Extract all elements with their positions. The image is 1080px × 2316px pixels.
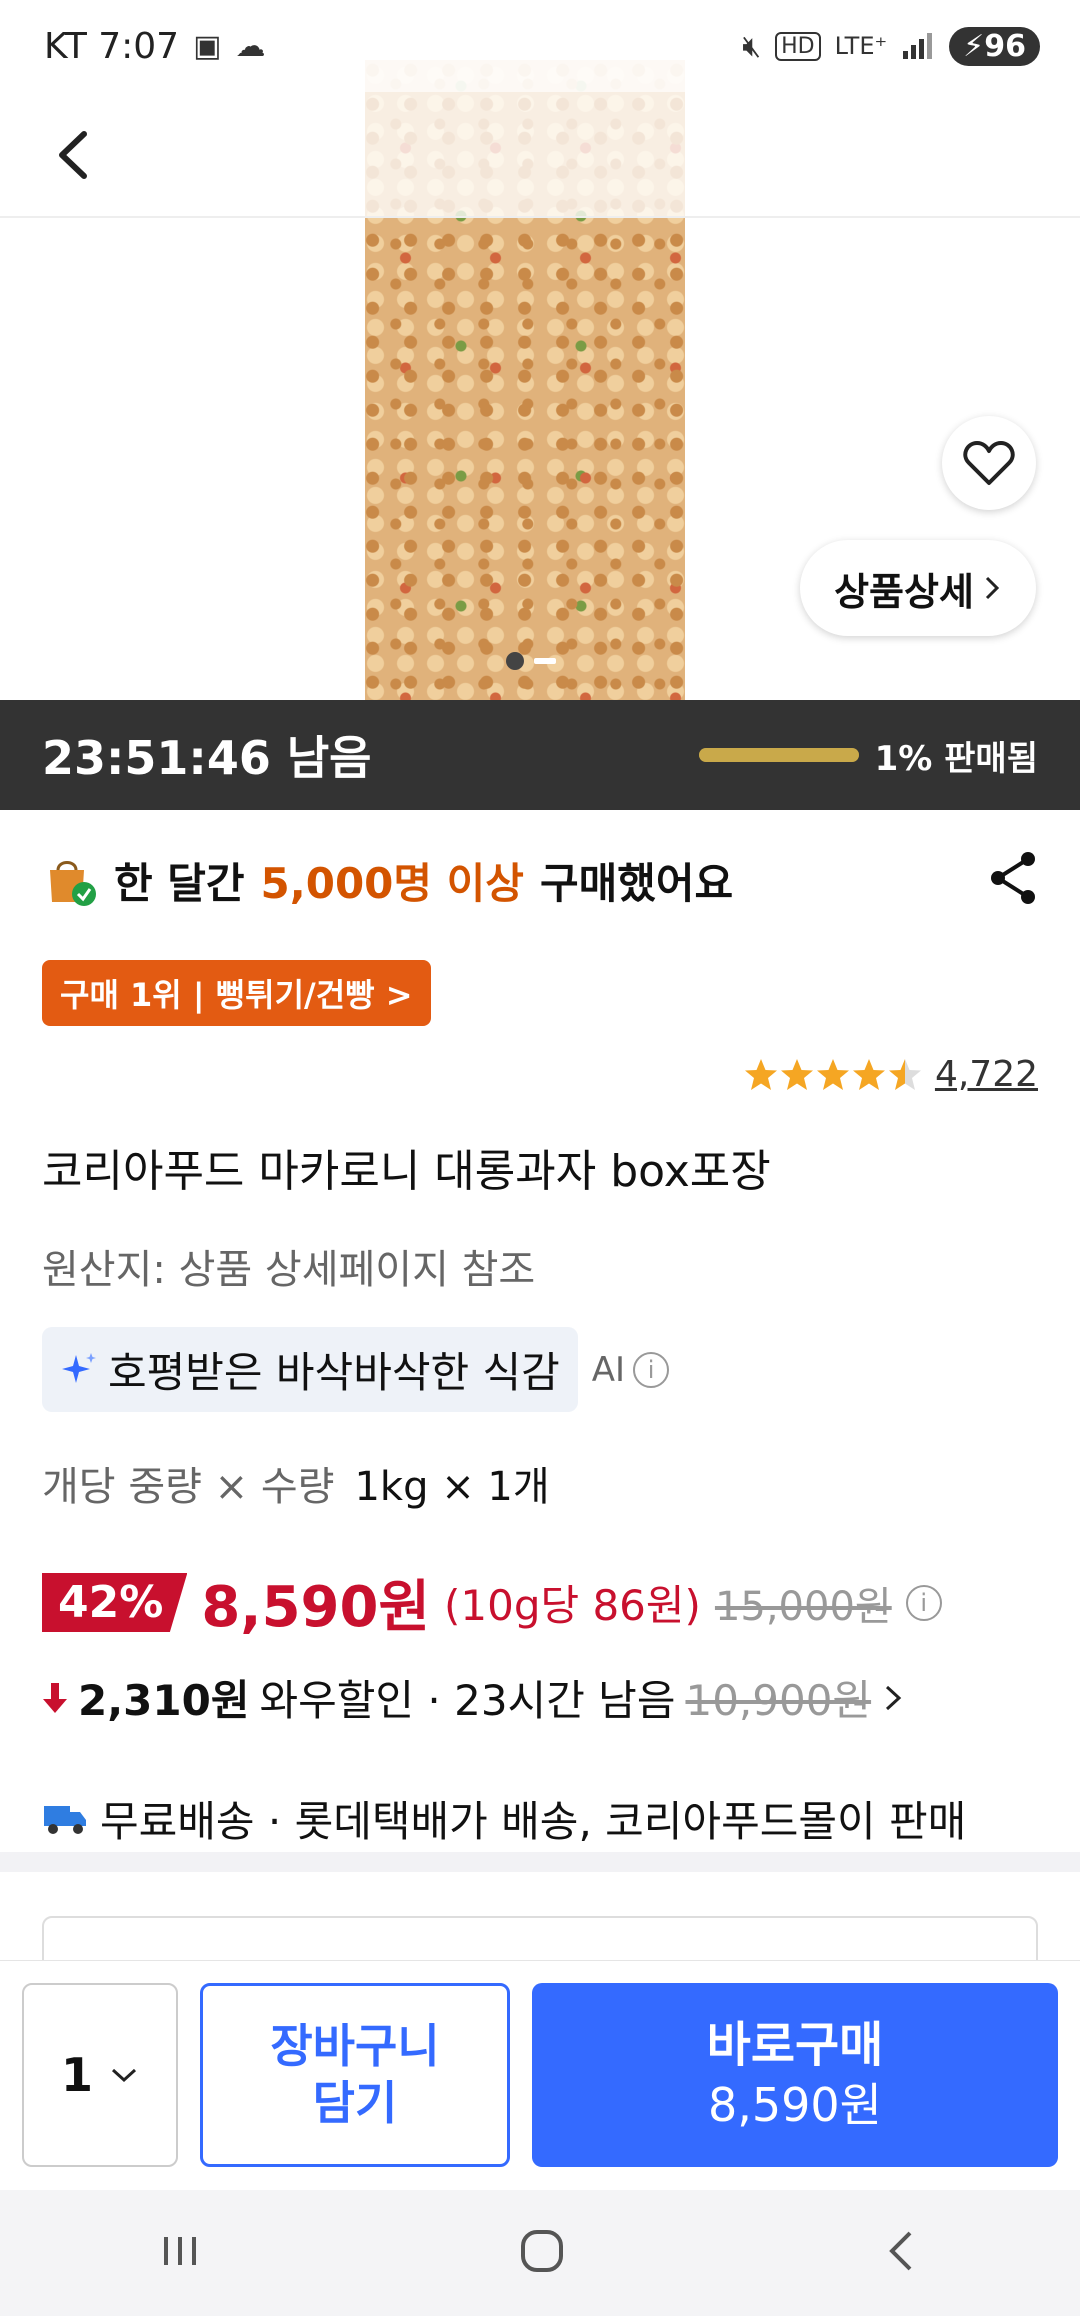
weight-value: 1kg × 1개 xyxy=(354,1464,550,1510)
sale-price: 8,590원 xyxy=(201,1575,430,1640)
share-button[interactable] xyxy=(988,851,1038,909)
wow-discount-row[interactable]: 2,310원 와우할인 · 23시간 남음 10,900원 xyxy=(0,1667,1080,1728)
rating-row[interactable]: 4,722 xyxy=(0,1054,1080,1095)
wow-discount-text: 와우할인 · 23시간 남음 xyxy=(259,1676,676,1725)
ai-summary-text: 호평받은 바삭바삭한 식감 xyxy=(108,1348,560,1397)
buyers-prefix: 한 달간 xyxy=(114,858,245,908)
chevron-right-icon xyxy=(886,1685,902,1710)
cart-label-line1: 장바구니 xyxy=(270,2018,440,2073)
star-icons xyxy=(744,1058,921,1090)
buyers-summary: 한 달간 5,000명 이상 구매했어요 xyxy=(0,810,1080,950)
delivery-truck-icon xyxy=(44,1805,86,1834)
product-origin: 원산지: 상품 상세페이지 참조 xyxy=(42,1247,536,1293)
buy-now-label: 바로구매 xyxy=(706,2016,884,2073)
quantity-select[interactable]: 1 xyxy=(22,1983,178,2167)
heart-icon xyxy=(963,441,1015,485)
product-title: 코리아푸드 마카로니 대롱과자 box포장 xyxy=(42,1146,771,1197)
info-icon: i xyxy=(633,1351,670,1388)
chevron-right-icon xyxy=(985,576,1000,600)
carrier-time: KT 7:07 xyxy=(44,25,180,67)
product-detail-button[interactable]: 상품상세 xyxy=(800,540,1036,636)
home-icon xyxy=(521,2230,563,2272)
weight-label: 개당 중량 × 수량 xyxy=(42,1464,335,1510)
recent-apps-button[interactable] xyxy=(158,2231,202,2275)
sold-percent: 1% 판매됨 xyxy=(874,738,1038,779)
system-nav-bar xyxy=(0,2190,1080,2316)
hd-icon: HD xyxy=(775,31,821,61)
sparkle-icon xyxy=(62,1352,96,1383)
quantity-value: 1 xyxy=(60,2048,93,2102)
sold-progress-bar xyxy=(698,748,859,762)
signal-icon xyxy=(903,33,933,59)
review-count-link[interactable]: 4,722 xyxy=(935,1054,1038,1095)
recent-apps-icon xyxy=(164,2237,196,2265)
discount-badge: 42% xyxy=(42,1573,188,1632)
cloud-icon: ☁ xyxy=(235,28,266,64)
wow-discount-amount: 2,310원 xyxy=(78,1676,250,1725)
deal-timer-bar: 23:51:46 남음 1% 판매됨 xyxy=(0,700,1080,810)
product-detail-label: 상품상세 xyxy=(834,569,974,614)
back-button[interactable] xyxy=(40,120,110,190)
chevron-down-icon xyxy=(111,2068,137,2083)
deal-remaining-time: 23:51:46 남음 xyxy=(42,731,372,785)
status-bar: KT 7:07 ▣ ☁ 🔇︎ HD LTE⁺ ⚡96 xyxy=(0,0,1080,92)
system-back-button[interactable] xyxy=(882,2227,922,2279)
buy-now-price: 8,590원 xyxy=(707,2078,882,2133)
buyers-count: 5,000명 이상 xyxy=(260,858,524,908)
weight-quantity-row: 개당 중량 × 수량 1kg × 1개 xyxy=(0,1454,1080,1512)
home-button[interactable] xyxy=(518,2227,566,2279)
ai-info[interactable]: AI i xyxy=(591,1349,670,1390)
price-info-icon[interactable]: i xyxy=(905,1584,942,1621)
battery-indicator: ⚡96 xyxy=(949,26,1040,66)
original-price: 15,000원 xyxy=(714,1583,892,1630)
unit-price: (10g당 86원) xyxy=(443,1581,701,1630)
section-divider xyxy=(0,1852,1080,1872)
cart-label-line2: 담기 xyxy=(312,2076,398,2130)
wow-original-price: 10,900원 xyxy=(685,1676,872,1725)
network-icon: LTE⁺ xyxy=(834,32,888,60)
arrow-down-icon xyxy=(43,1682,67,1713)
buy-now-button[interactable]: 바로구매 8,590원 xyxy=(532,1983,1058,2167)
price-row: 42% 8,590원 (10g당 86원) 15,000원 i xyxy=(0,1562,1080,1643)
back-icon xyxy=(889,2231,912,2271)
mute-icon: 🔇︎ xyxy=(742,28,762,64)
wishlist-button[interactable] xyxy=(942,416,1036,510)
chevron-left-icon xyxy=(59,131,87,179)
ai-review-summary: 호평받은 바삭바삭한 식감 xyxy=(42,1327,578,1412)
add-to-cart-button[interactable]: 장바구니 담기 xyxy=(200,1983,510,2167)
category-rank-badge[interactable]: 구매 1위 | 뻥튀기/건빵 > xyxy=(42,960,431,1026)
purchase-bar: 1 장바구니 담기 바로구매 8,590원 xyxy=(0,1960,1080,2190)
top-app-bar xyxy=(0,92,1080,218)
buyers-suffix: 구매했어요 xyxy=(539,858,734,908)
ai-label: AI xyxy=(591,1349,626,1390)
shipping-text: 무료배송 · 롯데택배가 배송, 코리아푸드몰이 판매 xyxy=(100,1797,967,1846)
pager-dot-active xyxy=(506,652,524,670)
pager-dot xyxy=(534,658,556,664)
shopping-bag-check-icon xyxy=(42,852,98,908)
share-icon xyxy=(991,852,1035,904)
screenshot-icon: ▣ xyxy=(193,28,222,64)
carousel-pager xyxy=(506,652,556,670)
shipping-info: 무료배송 · 롯데택배가 배송, 코리아푸드몰이 판매 xyxy=(0,1788,1080,1849)
star-rating xyxy=(743,1057,923,1093)
sold-progress-fill xyxy=(698,748,859,762)
